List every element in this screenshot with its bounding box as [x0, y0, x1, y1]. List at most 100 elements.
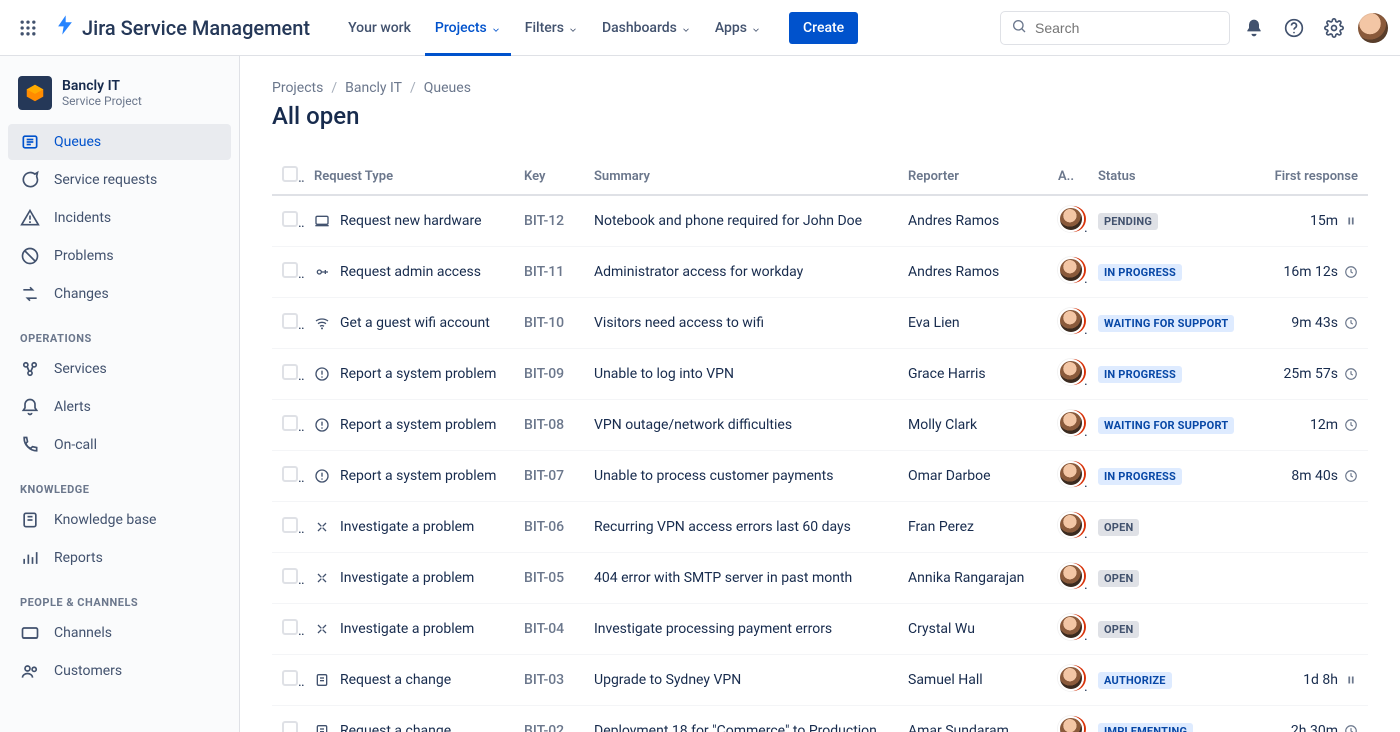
assignee-avatar[interactable]: [1058, 257, 1084, 283]
sidebar-item-channels[interactable]: Channels: [8, 615, 231, 651]
sidebar-item-alerts[interactable]: Alerts: [8, 389, 231, 425]
issue-summary[interactable]: Unable to log into VPN: [594, 366, 734, 382]
product-logo[interactable]: Jira Service Management: [52, 14, 316, 41]
reporter-name[interactable]: Crystal Wu: [908, 621, 975, 637]
settings-gear-icon[interactable]: [1318, 12, 1350, 44]
select-all-checkbox[interactable]: [282, 166, 298, 182]
column-header[interactable]: Summary: [584, 158, 898, 195]
status-lozenge[interactable]: OPEN: [1098, 570, 1139, 587]
issue-key-link[interactable]: BIT-06: [524, 519, 564, 535]
issue-summary[interactable]: VPN outage/network difficulties: [594, 417, 792, 433]
status-lozenge[interactable]: WAITING FOR SUPPORT: [1098, 315, 1234, 332]
breadcrumb-link[interactable]: Bancly IT: [345, 80, 402, 96]
assignee-avatar[interactable]: [1058, 410, 1084, 436]
sidebar-item-problems[interactable]: Problems: [8, 238, 231, 274]
reporter-name[interactable]: Andres Ramos: [908, 213, 999, 229]
reporter-name[interactable]: Andres Ramos: [908, 264, 999, 280]
sidebar-item-service-requests[interactable]: Service requests: [8, 162, 231, 198]
reporter-name[interactable]: Annika Rangarajan: [908, 570, 1024, 586]
table-row[interactable]: Investigate a problemBIT-05404 error wit…: [272, 553, 1368, 604]
table-row[interactable]: Request admin accessBIT-11Administrator …: [272, 247, 1368, 298]
table-row[interactable]: Request new hardwareBIT-12Notebook and p…: [272, 195, 1368, 247]
table-row[interactable]: Report a system problemBIT-07Unable to p…: [272, 451, 1368, 502]
row-checkbox[interactable]: [282, 262, 298, 278]
table-row[interactable]: Investigate a problemBIT-04Investigate p…: [272, 604, 1368, 655]
assignee-avatar[interactable]: [1058, 308, 1084, 334]
row-checkbox[interactable]: [282, 670, 298, 686]
issue-summary[interactable]: Investigate processing payment errors: [594, 621, 832, 637]
row-checkbox[interactable]: [282, 364, 298, 380]
sidebar-item-queues[interactable]: Queues: [8, 124, 231, 160]
assignee-avatar[interactable]: [1058, 206, 1084, 232]
issue-key-link[interactable]: BIT-03: [524, 672, 564, 688]
sidebar-item-services[interactable]: Services: [8, 351, 231, 387]
issue-key-link[interactable]: BIT-05: [524, 570, 564, 586]
column-header[interactable]: Reporter: [898, 158, 1048, 195]
row-checkbox[interactable]: [282, 721, 298, 732]
assignee-avatar[interactable]: [1058, 461, 1084, 487]
table-row[interactable]: Report a system problemBIT-08VPN outage/…: [272, 400, 1368, 451]
issue-summary[interactable]: Recurring VPN access errors last 60 days: [594, 519, 851, 535]
issue-key-link[interactable]: BIT-02: [524, 723, 564, 732]
status-lozenge[interactable]: AUTHORIZE: [1098, 672, 1172, 689]
issue-summary[interactable]: Visitors need access to wifi: [594, 315, 764, 331]
sidebar-item-reports[interactable]: Reports: [8, 540, 231, 576]
issue-summary[interactable]: Unable to process customer payments: [594, 468, 833, 484]
create-button[interactable]: Create: [789, 12, 858, 44]
issue-summary[interactable]: 404 error with SMTP server in past month: [594, 570, 852, 586]
issue-summary[interactable]: Administrator access for workday: [594, 264, 803, 280]
column-header[interactable]: Key: [514, 158, 584, 195]
status-lozenge[interactable]: OPEN: [1098, 519, 1139, 536]
nav-projects[interactable]: Projects: [425, 0, 511, 56]
assignee-avatar[interactable]: [1058, 716, 1084, 732]
issue-key-link[interactable]: BIT-08: [524, 417, 564, 433]
reporter-name[interactable]: Omar Darboe: [908, 468, 991, 484]
column-header[interactable]: Request Type: [304, 158, 514, 195]
row-checkbox[interactable]: [282, 568, 298, 584]
issue-summary[interactable]: Notebook and phone required for John Doe: [594, 213, 862, 229]
issue-key-link[interactable]: BIT-11: [524, 264, 564, 280]
sidebar-item-incidents[interactable]: Incidents: [8, 200, 231, 236]
table-row[interactable]: Request a changeBIT-03Upgrade to Sydney …: [272, 655, 1368, 706]
status-lozenge[interactable]: WAITING FOR SUPPORT: [1098, 417, 1234, 434]
status-lozenge[interactable]: OPEN: [1098, 621, 1139, 638]
reporter-name[interactable]: Molly Clark: [908, 417, 977, 433]
issue-summary[interactable]: Deployment 18 for "Commerce" to Producti…: [594, 723, 877, 732]
table-row[interactable]: Report a system problemBIT-09Unable to l…: [272, 349, 1368, 400]
global-search[interactable]: [1000, 11, 1230, 45]
status-lozenge[interactable]: PENDING: [1098, 213, 1158, 230]
column-header[interactable]: First response: [1258, 158, 1368, 195]
app-switcher-icon[interactable]: [12, 12, 44, 44]
row-checkbox[interactable]: [282, 313, 298, 329]
search-input[interactable]: [1035, 20, 1219, 36]
column-header[interactable]: Status: [1088, 158, 1258, 195]
row-checkbox[interactable]: [282, 517, 298, 533]
help-icon[interactable]: [1278, 12, 1310, 44]
row-checkbox[interactable]: [282, 619, 298, 635]
breadcrumb-link[interactable]: Queues: [424, 80, 471, 96]
breadcrumb-link[interactable]: Projects: [272, 80, 323, 96]
nav-filters[interactable]: Filters: [515, 0, 588, 56]
reporter-name[interactable]: Samuel Hall: [908, 672, 983, 688]
reporter-name[interactable]: Grace Harris: [908, 366, 986, 382]
nav-dashboards[interactable]: Dashboards: [592, 0, 701, 56]
nav-your-work[interactable]: Your work: [338, 0, 421, 56]
project-header[interactable]: Bancly IT Service Project: [8, 72, 231, 124]
status-lozenge[interactable]: IN PROGRESS: [1098, 468, 1182, 485]
reporter-name[interactable]: Eva Lien: [908, 315, 960, 331]
row-checkbox[interactable]: [282, 211, 298, 227]
sidebar-item-knowledge-base[interactable]: Knowledge base: [8, 502, 231, 538]
sidebar-item-customers[interactable]: Customers: [8, 653, 231, 689]
issue-key-link[interactable]: BIT-10: [524, 315, 564, 331]
assignee-avatar[interactable]: [1058, 359, 1084, 385]
row-checkbox[interactable]: [282, 466, 298, 482]
row-checkbox[interactable]: [282, 415, 298, 431]
status-lozenge[interactable]: IMPLEMENTING: [1098, 723, 1193, 732]
profile-avatar[interactable]: [1358, 13, 1388, 43]
assignee-avatar[interactable]: [1058, 512, 1084, 538]
table-row[interactable]: Get a guest wifi accountBIT-10Visitors n…: [272, 298, 1368, 349]
notifications-icon[interactable]: [1238, 12, 1270, 44]
issue-key-link[interactable]: BIT-04: [524, 621, 564, 637]
table-row[interactable]: Request a changeBIT-02Deployment 18 for …: [272, 706, 1368, 732]
issue-key-link[interactable]: BIT-07: [524, 468, 564, 484]
